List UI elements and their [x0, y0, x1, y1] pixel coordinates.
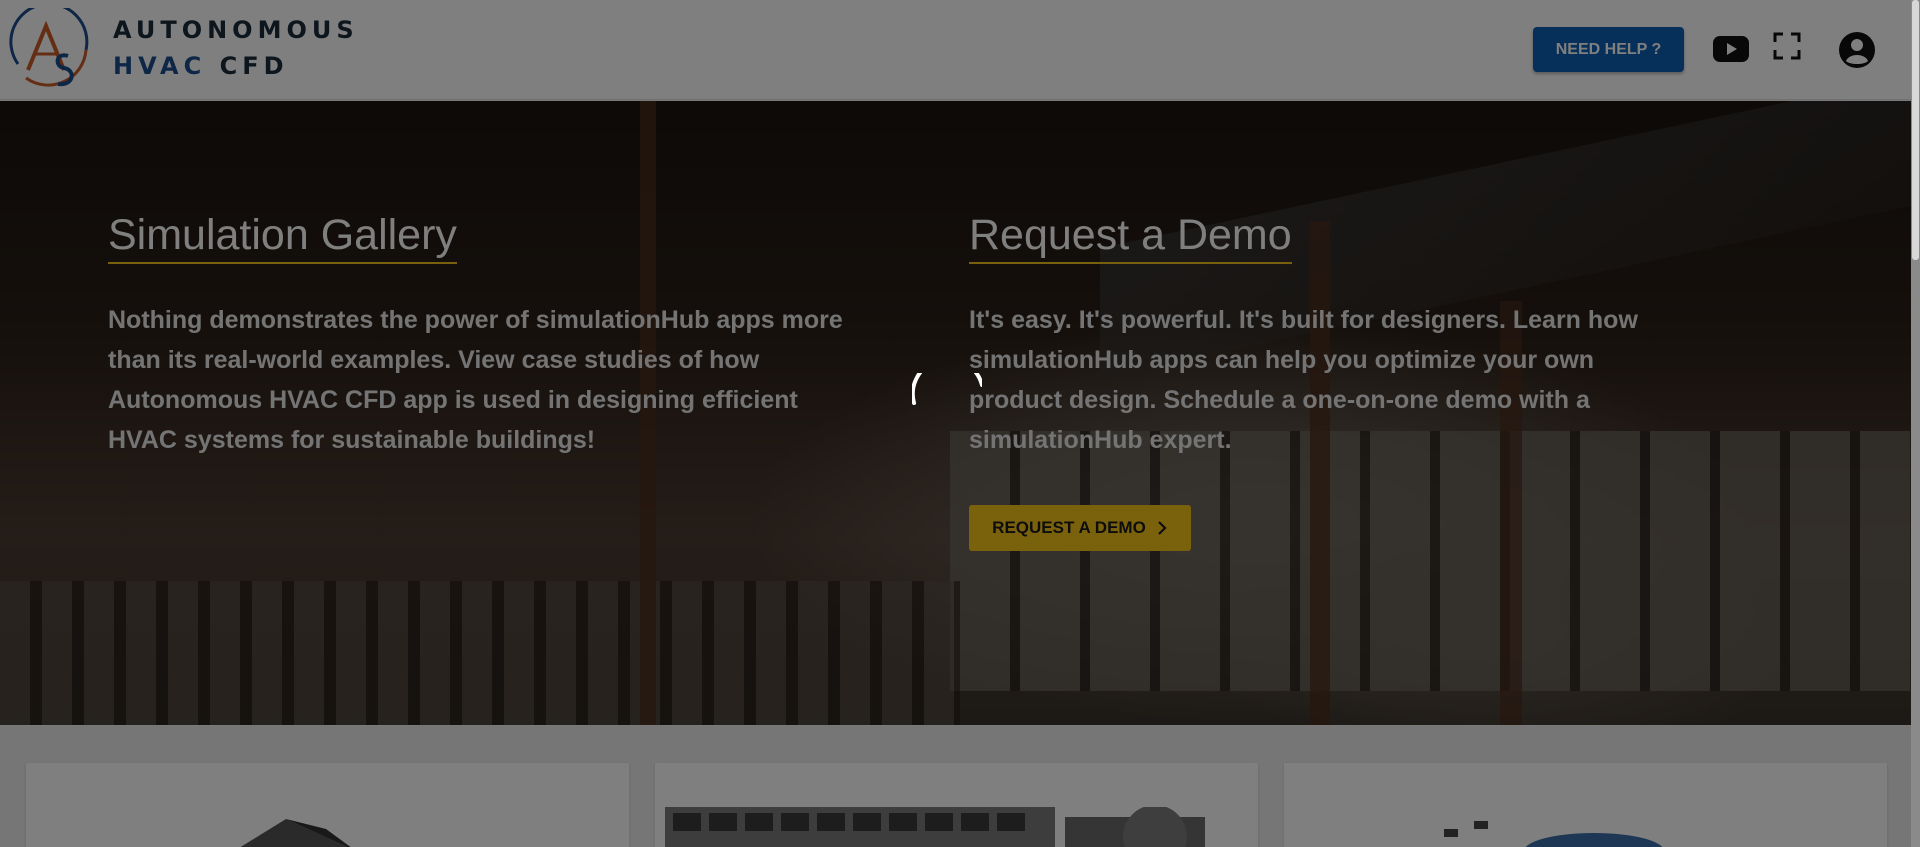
page-scrollbar-thumb[interactable] — [1912, 0, 1919, 260]
loading-spinner-icon — [912, 373, 982, 405]
